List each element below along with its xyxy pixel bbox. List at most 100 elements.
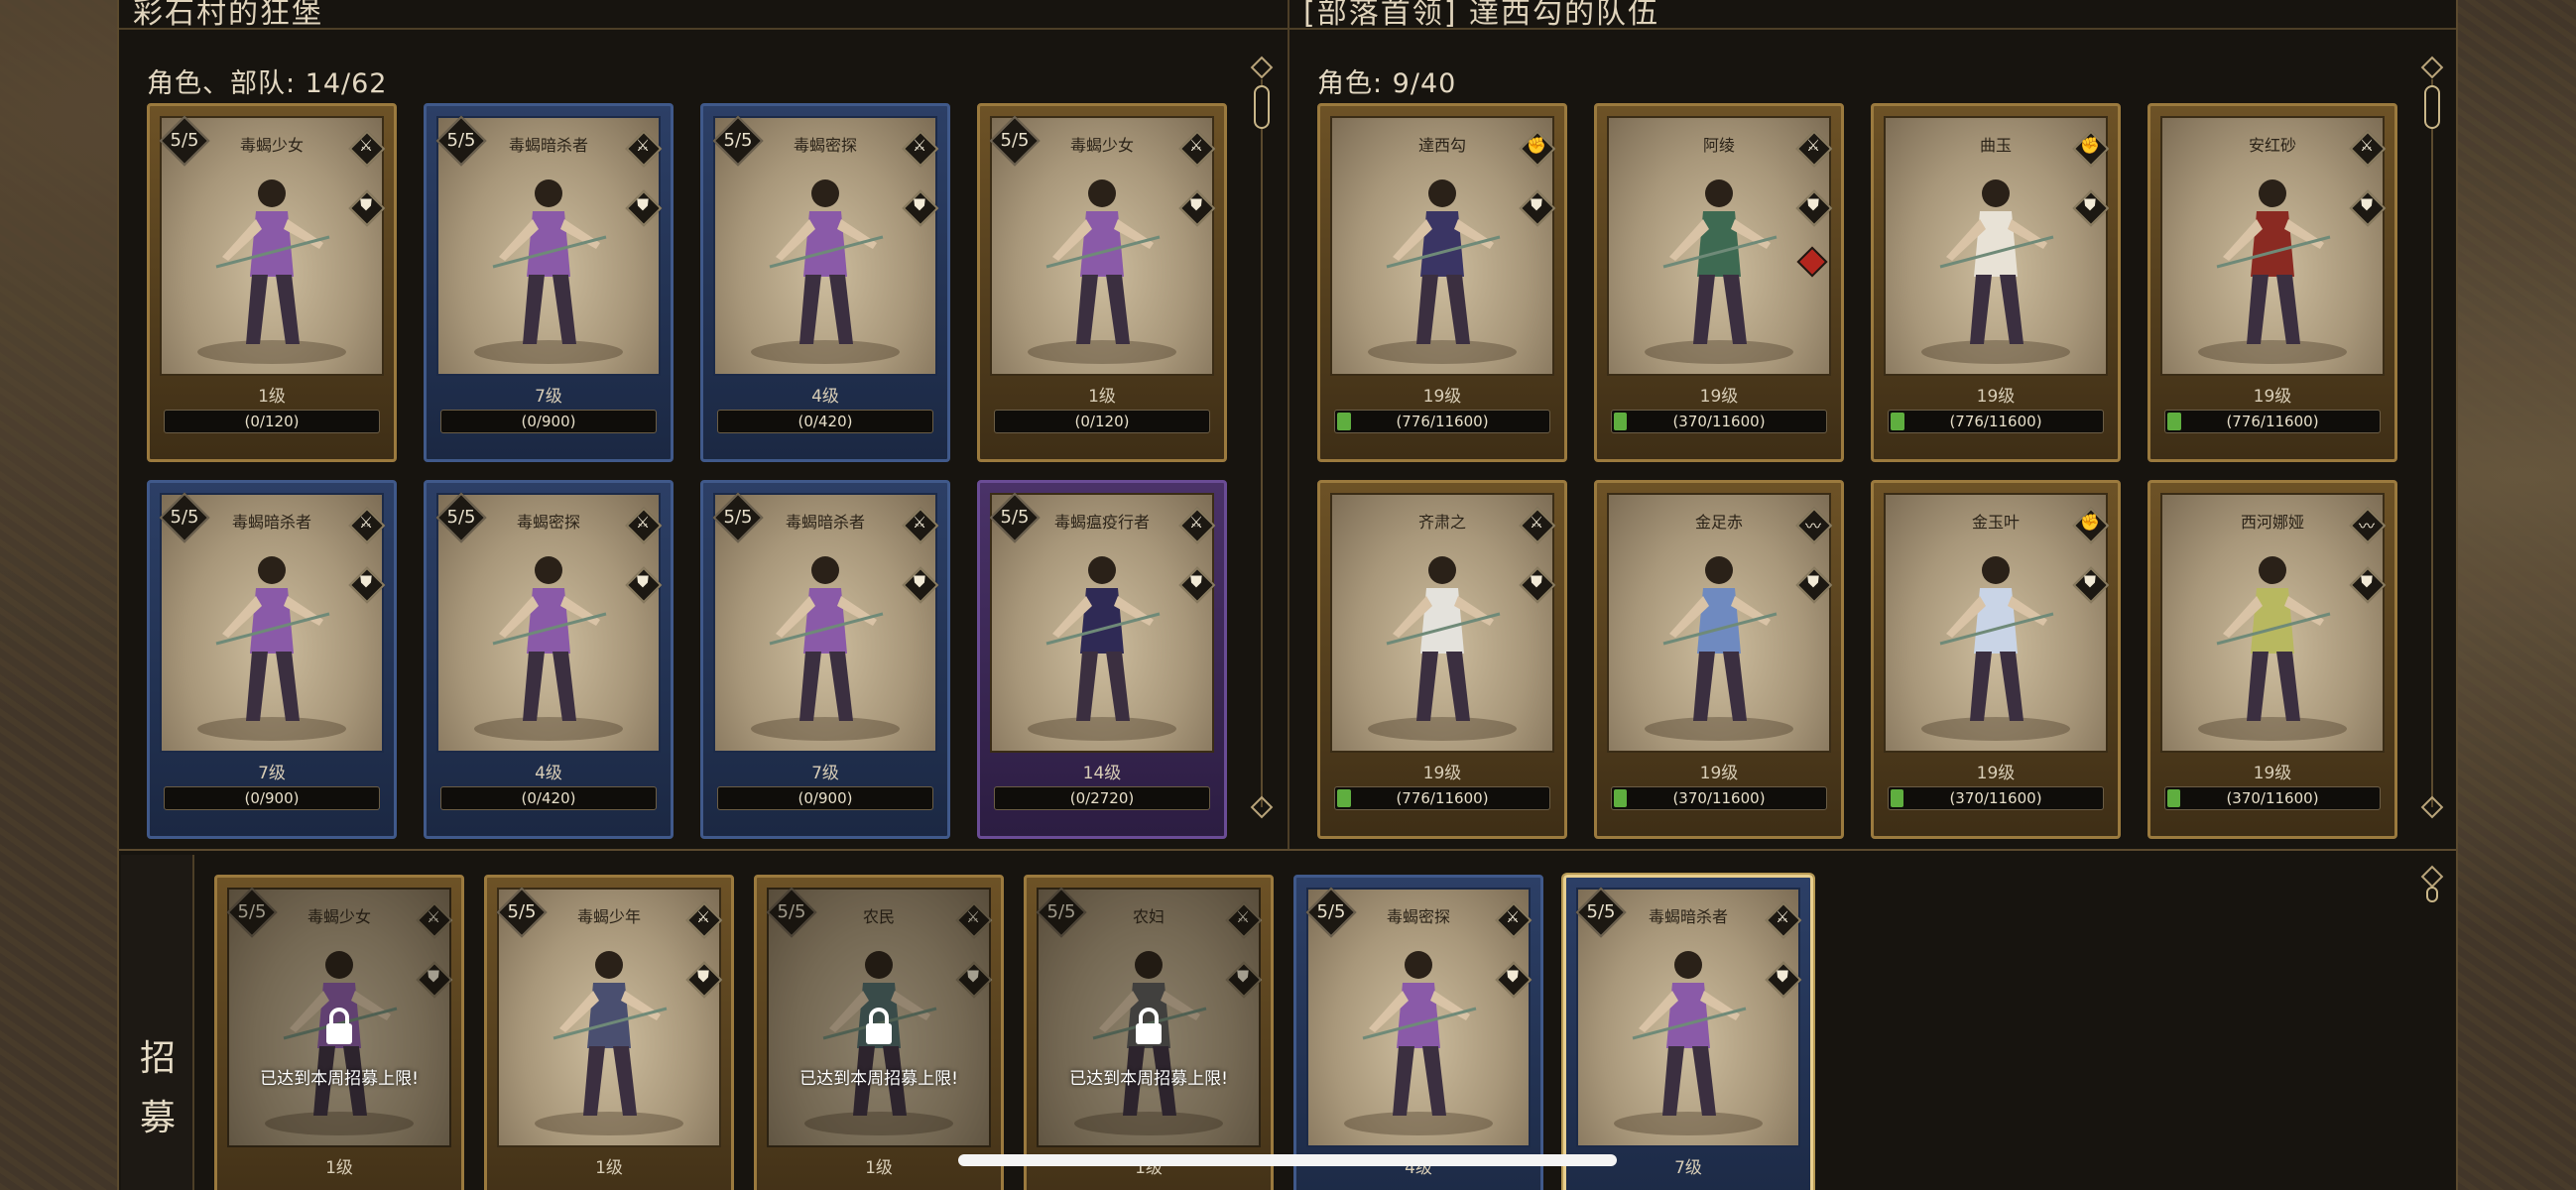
unit-card[interactable]: 毒蝎暗杀者 5/5 ⚔ ⛊ 7级 (0/900) (700, 480, 950, 839)
sword-icon[interactable]: ⚔ (1795, 130, 1833, 168)
recruit-scrollbar[interactable] (2420, 865, 2444, 904)
scroll-track (2431, 79, 2433, 807)
shield-icon[interactable]: ⛊ (1519, 566, 1556, 604)
card-level: 4级 (535, 764, 562, 783)
shield-icon[interactable]: ⛊ (348, 189, 386, 227)
sword-icon[interactable]: ⚔ (1765, 901, 1802, 939)
lock-icon (866, 1008, 892, 1044)
sword-icon[interactable]: ⚔ (1178, 130, 1216, 168)
right-panel-title: [部落首领] 達西勾的队伍 (1303, 0, 1659, 31)
card-level: 19级 (1699, 764, 1739, 783)
scroll-thumb[interactable] (2424, 85, 2440, 129)
shield-icon[interactable]: ⛊ (685, 961, 723, 999)
icon-glyph: ⛊ (1806, 195, 1819, 214)
sword-icon[interactable]: ⚔ (1178, 507, 1216, 544)
unit-card[interactable]: 毒蝎少女 5/5 ⚔ ⛊ 1级 (0/120) (977, 103, 1227, 462)
figure-part (1982, 556, 2010, 584)
hero-card[interactable]: 阿绫 ⚔ ⛊ 19级 (370/11600) (1594, 103, 1844, 462)
hero-card[interactable]: 曲玉 ✊ ⛊ 19级 (776/11600) (1871, 103, 2121, 462)
sword-icon[interactable]: ⚔ (625, 507, 663, 544)
icon-glyph: ⛊ (359, 195, 372, 214)
figure-part (1106, 275, 1130, 344)
figure-part (1393, 1046, 1414, 1116)
shield-icon[interactable]: ⛊ (625, 566, 663, 604)
shield-icon[interactable]: ⛊ (1765, 961, 1802, 999)
shield-icon[interactable]: ⛊ (1519, 189, 1556, 227)
hero-card[interactable]: 金玉叶 ✊ ⛊ 19级 (370/11600) (1871, 480, 2121, 839)
hero-card[interactable]: 安红砂 ⚔ ⛊ 19级 (776/11600) (2147, 103, 2397, 462)
sword-icon[interactable]: ⚔ (1495, 901, 1533, 939)
recruit-card[interactable]: 毒蝎少女 5/5 ⚔ ⛊ 已达到本周招募上限! 1级 (214, 875, 464, 1190)
scroll-bottom-diamond (2420, 795, 2444, 819)
recruit-card[interactable]: 毒蝎暗杀者 5/5 ⚔ ⛊ 7级 (1563, 875, 1813, 1190)
shield-icon[interactable]: ⛊ (2349, 566, 2387, 604)
left-scrollbar[interactable] (1250, 56, 1274, 829)
recruit-card[interactable]: 农民 5/5 ⚔ ⛊ 已达到本周招募上限! 1级 (754, 875, 1004, 1190)
card-level: 7级 (535, 387, 562, 407)
icon-glyph: ⚔ (2359, 136, 2375, 155)
sword-icon[interactable]: ⚔ (348, 507, 386, 544)
unit-card[interactable]: 毒蝎暗杀者 5/5 ⚔ ⛊ 7级 (0/900) (424, 103, 674, 462)
shield-icon[interactable]: ⛊ (1178, 189, 1216, 227)
figure-part (1428, 556, 1456, 584)
whip-icon[interactable]: 〰 (2349, 507, 2387, 544)
fist-icon[interactable]: ✊ (2072, 130, 2110, 168)
fist-icon[interactable]: ✊ (1519, 130, 1556, 168)
home-indicator[interactable] (958, 1154, 1617, 1166)
hero-card[interactable]: 達西勾 ✊ ⛊ 19级 (776/11600) (1317, 103, 1567, 462)
right-scrollbar[interactable] (2420, 56, 2444, 829)
fist-icon[interactable]: ✊ (2072, 507, 2110, 544)
shield-icon[interactable]: ⛊ (1795, 566, 1833, 604)
hero-card[interactable]: 金足赤〰 ⛊ 19级 (370/11600) (1594, 480, 1844, 839)
hero-card[interactable]: 西河娜娅〰 ⛊ 19级 (370/11600) (2147, 480, 2397, 839)
star-count: 5/5 (1316, 901, 1346, 922)
unit-card[interactable]: 毒蝎密探 5/5 ⚔ ⛊ 4级 (0/420) (424, 480, 674, 839)
sword-icon[interactable]: ⚔ (625, 130, 663, 168)
shield-icon[interactable]: ⛊ (1495, 961, 1533, 999)
card-level: 4级 (811, 387, 839, 407)
recruit-tab[interactable]: 招 募 (121, 855, 194, 1190)
star-badge: 5/5 (988, 114, 1042, 168)
unit-card[interactable]: 毒蝎暗杀者 5/5 ⚔ ⛊ 7级 (0/900) (147, 480, 397, 839)
scroll-track (1261, 79, 1263, 807)
sword-icon[interactable]: ⚔ (1519, 507, 1556, 544)
unit-card[interactable]: 毒蝎少女 5/5 ⚔ ⛊ 1级 (0/120) (147, 103, 397, 462)
character-figure (215, 556, 330, 721)
recruit-card[interactable]: 毒蝎密探 5/5 ⚔ ⛊ 4级 (1293, 875, 1543, 1190)
sword-icon[interactable]: ⚔ (685, 901, 723, 939)
scroll-thumb[interactable] (2426, 887, 2438, 902)
figure-part (1674, 951, 1702, 979)
recruit-label-2: 募 (139, 1098, 176, 1138)
icon-glyph: ⚔ (358, 136, 374, 155)
xp-text: (0/420) (797, 413, 853, 430)
star-count: 5/5 (446, 130, 476, 151)
figure-part (1970, 275, 1992, 344)
icon-glyph: ⚔ (635, 136, 651, 155)
scroll-thumb[interactable] (1254, 85, 1270, 129)
xp-bar: (370/11600) (1611, 786, 1827, 810)
shield-icon[interactable]: ⛊ (2349, 189, 2387, 227)
star-badge: 5/5 (1304, 886, 1358, 939)
hero-card[interactable]: 齐肃之 ⚔ ⛊ 19级 (776/11600) (1317, 480, 1567, 839)
shield-icon[interactable]: ⛊ (2072, 189, 2110, 227)
recruit-card[interactable]: 毒蝎少年 5/5 ⚔ ⛊ 1级 (484, 875, 734, 1190)
shield-icon[interactable]: ⛊ (902, 189, 939, 227)
xp-text: (0/900) (797, 789, 853, 807)
star-badge: 5/5 (158, 114, 211, 168)
shield-icon[interactable]: ⛊ (1795, 189, 1833, 227)
sword-icon[interactable]: ⚔ (902, 507, 939, 544)
sword-icon[interactable]: ⚔ (2349, 130, 2387, 168)
recruit-card[interactable]: 农妇 5/5 ⚔ ⛊ 已达到本周招募上限! 1级 (1024, 875, 1274, 1190)
icon-glyph: ⛊ (636, 195, 649, 214)
shield-icon[interactable]: ⛊ (625, 189, 663, 227)
unit-card[interactable]: 毒蝎密探 5/5 ⚔ ⛊ 4级 (0/420) (700, 103, 950, 462)
whip-icon[interactable]: 〰 (1795, 507, 1833, 544)
shield-icon[interactable]: ⛊ (902, 566, 939, 604)
shield-icon[interactable]: ⛊ (2072, 566, 2110, 604)
figure-part (276, 275, 300, 344)
shield-icon[interactable]: ⛊ (1178, 566, 1216, 604)
unit-card[interactable]: 毒蝎瘟疫行者 5/5 ⚔ ⛊ 14级 (0/2720) (977, 480, 1227, 839)
sword-icon[interactable]: ⚔ (348, 130, 386, 168)
sword-icon[interactable]: ⚔ (902, 130, 939, 168)
shield-icon[interactable]: ⛊ (348, 566, 386, 604)
